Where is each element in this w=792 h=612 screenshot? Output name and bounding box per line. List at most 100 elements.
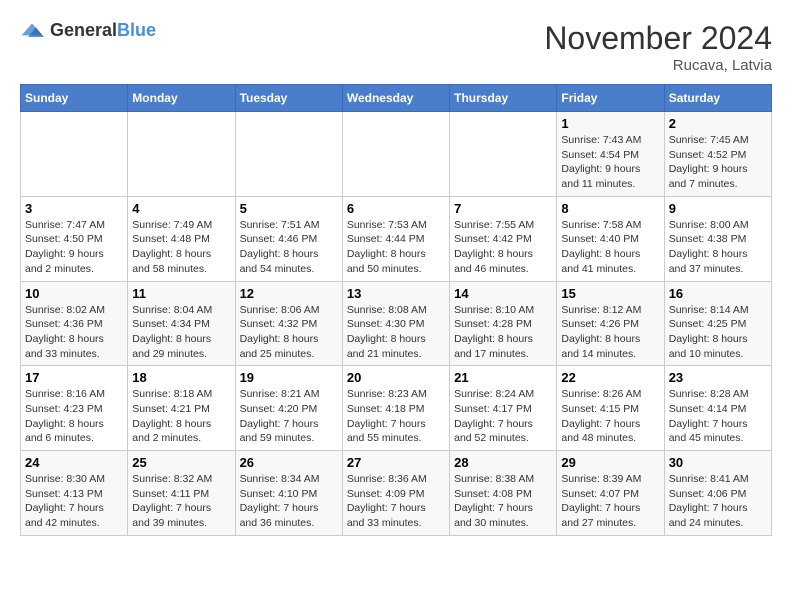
calendar-cell: 14Sunrise: 8:10 AM Sunset: 4:28 PM Dayli… [450,281,557,366]
calendar-cell: 1Sunrise: 7:43 AM Sunset: 4:54 PM Daylig… [557,112,664,197]
calendar-week-1: 1Sunrise: 7:43 AM Sunset: 4:54 PM Daylig… [21,112,772,197]
calendar-week-4: 17 Sunrise: 8:16 AM Sunset: 4:23 PM Dayli… [21,366,772,451]
weekday-header-saturday: Saturday [664,85,771,112]
day-info: Sunrise: 8:39 AM Sunset: 4:07 PM Dayligh… [561,472,659,531]
day-info: Sunrise: 8:34 AM Sunset: 4:10 PM Dayligh… [240,472,338,531]
calendar-cell: 21Sunrise: 8:24 AM Sunset: 4:17 PM Dayli… [450,366,557,451]
day-info: Sunrise: 8:28 AM Sunset: 4:14 PM Dayligh… [669,387,767,446]
day-number: 8 [561,201,659,216]
calendar-cell: 6 Sunrise: 7:53 AM Sunset: 4:44 PM Daylig… [342,196,449,281]
calendar-cell [450,112,557,197]
logo-icon [20,21,44,41]
logo-text: GeneralBlue [50,20,156,41]
calendar-cell: 16 Sunrise: 8:14 AM Sunset: 4:25 PM Dayli… [664,281,771,366]
weekday-header-monday: Monday [128,85,235,112]
day-number: 7 [454,201,552,216]
day-info: Sunrise: 7:58 AM Sunset: 4:40 PM Dayligh… [561,218,659,277]
day-number: 2 [669,116,767,131]
day-info: Sunrise: 8:26 AM Sunset: 4:15 PM Dayligh… [561,387,659,446]
day-info: Sunrise: 8:36 AM Sunset: 4:09 PM Dayligh… [347,472,445,531]
calendar-cell: 28Sunrise: 8:38 AM Sunset: 4:08 PM Dayli… [450,451,557,536]
day-info: Sunrise: 8:32 AM Sunset: 4:11 PM Dayligh… [132,472,230,531]
calendar-cell: 30Sunrise: 8:41 AM Sunset: 4:06 PM Dayli… [664,451,771,536]
calendar-cell: 23Sunrise: 8:28 AM Sunset: 4:14 PM Dayli… [664,366,771,451]
weekday-header-thursday: Thursday [450,85,557,112]
day-number: 5 [240,201,338,216]
day-number: 3 [25,201,123,216]
day-number: 12 [240,286,338,301]
calendar-cell: 17 Sunrise: 8:16 AM Sunset: 4:23 PM Dayli… [21,366,128,451]
calendar-cell: 26 Sunrise: 8:34 AM Sunset: 4:10 PM Dayli… [235,451,342,536]
calendar-cell: 20 Sunrise: 8:23 AM Sunset: 4:18 PM Dayli… [342,366,449,451]
calendar-cell: 15 Sunrise: 8:12 AM Sunset: 4:26 PM Dayli… [557,281,664,366]
calendar-header-row: SundayMondayTuesdayWednesdayThursdayFrid… [21,85,772,112]
day-number: 15 [561,286,659,301]
calendar-cell: 5 Sunrise: 7:51 AM Sunset: 4:46 PM Daylig… [235,196,342,281]
day-number: 27 [347,455,445,470]
day-number: 17 [25,370,123,385]
page-header: GeneralBlue November 2024 Rucava, Latvia [20,20,772,74]
day-info: Sunrise: 8:24 AM Sunset: 4:17 PM Dayligh… [454,387,552,446]
day-info: Sunrise: 7:45 AM Sunset: 4:52 PM Dayligh… [669,133,767,192]
calendar-week-3: 10 Sunrise: 8:02 AM Sunset: 4:36 PM Dayli… [21,281,772,366]
day-number: 10 [25,286,123,301]
day-info: Sunrise: 8:02 AM Sunset: 4:36 PM Dayligh… [25,303,123,362]
day-number: 24 [25,455,123,470]
calendar-cell: 22 Sunrise: 8:26 AM Sunset: 4:15 PM Dayli… [557,366,664,451]
day-info: Sunrise: 8:18 AM Sunset: 4:21 PM Dayligh… [132,387,230,446]
calendar-cell [128,112,235,197]
day-info: Sunrise: 7:47 AM Sunset: 4:50 PM Dayligh… [25,218,123,277]
day-info: Sunrise: 7:51 AM Sunset: 4:46 PM Dayligh… [240,218,338,277]
calendar-cell: 27 Sunrise: 8:36 AM Sunset: 4:09 PM Dayli… [342,451,449,536]
calendar-cell: 29Sunrise: 8:39 AM Sunset: 4:07 PM Dayli… [557,451,664,536]
weekday-header-tuesday: Tuesday [235,85,342,112]
day-info: Sunrise: 8:12 AM Sunset: 4:26 PM Dayligh… [561,303,659,362]
day-info: Sunrise: 8:14 AM Sunset: 4:25 PM Dayligh… [669,303,767,362]
day-info: Sunrise: 8:23 AM Sunset: 4:18 PM Dayligh… [347,387,445,446]
calendar-cell: 10 Sunrise: 8:02 AM Sunset: 4:36 PM Dayli… [21,281,128,366]
title-block: November 2024 Rucava, Latvia [544,20,772,74]
day-number: 4 [132,201,230,216]
calendar-cell: 12Sunrise: 8:06 AM Sunset: 4:32 PM Dayli… [235,281,342,366]
day-info: Sunrise: 7:53 AM Sunset: 4:44 PM Dayligh… [347,218,445,277]
weekday-header-sunday: Sunday [21,85,128,112]
day-number: 19 [240,370,338,385]
day-info: Sunrise: 7:43 AM Sunset: 4:54 PM Dayligh… [561,133,659,192]
day-number: 26 [240,455,338,470]
calendar-cell: 3 Sunrise: 7:47 AM Sunset: 4:50 PM Daylig… [21,196,128,281]
month-title: November 2024 [544,20,772,57]
day-number: 14 [454,286,552,301]
day-number: 16 [669,286,767,301]
day-info: Sunrise: 8:30 AM Sunset: 4:13 PM Dayligh… [25,472,123,531]
day-number: 9 [669,201,767,216]
logo-general: General [50,20,117,40]
calendar-cell: 13Sunrise: 8:08 AM Sunset: 4:30 PM Dayli… [342,281,449,366]
calendar-cell [21,112,128,197]
day-number: 30 [669,455,767,470]
calendar-cell: 2 Sunrise: 7:45 AM Sunset: 4:52 PM Daylig… [664,112,771,197]
day-info: Sunrise: 8:16 AM Sunset: 4:23 PM Dayligh… [25,387,123,446]
logo: GeneralBlue [20,20,156,41]
calendar-cell: 18Sunrise: 8:18 AM Sunset: 4:21 PM Dayli… [128,366,235,451]
calendar-cell: 9 Sunrise: 8:00 AM Sunset: 4:38 PM Daylig… [664,196,771,281]
calendar-cell: 24 Sunrise: 8:30 AM Sunset: 4:13 PM Dayli… [21,451,128,536]
day-info: Sunrise: 8:00 AM Sunset: 4:38 PM Dayligh… [669,218,767,277]
day-info: Sunrise: 8:08 AM Sunset: 4:30 PM Dayligh… [347,303,445,362]
day-number: 20 [347,370,445,385]
logo-blue: Blue [117,20,156,40]
location: Rucava, Latvia [544,57,772,74]
day-info: Sunrise: 8:04 AM Sunset: 4:34 PM Dayligh… [132,303,230,362]
day-info: Sunrise: 7:55 AM Sunset: 4:42 PM Dayligh… [454,218,552,277]
day-info: Sunrise: 8:21 AM Sunset: 4:20 PM Dayligh… [240,387,338,446]
calendar-cell: 4 Sunrise: 7:49 AM Sunset: 4:48 PM Daylig… [128,196,235,281]
calendar-table: SundayMondayTuesdayWednesdayThursdayFrid… [20,84,772,536]
day-number: 6 [347,201,445,216]
weekday-header-friday: Friday [557,85,664,112]
calendar-cell: 7 Sunrise: 7:55 AM Sunset: 4:42 PM Daylig… [450,196,557,281]
calendar-cell: 8 Sunrise: 7:58 AM Sunset: 4:40 PM Daylig… [557,196,664,281]
day-info: Sunrise: 7:49 AM Sunset: 4:48 PM Dayligh… [132,218,230,277]
day-number: 28 [454,455,552,470]
weekday-header-wednesday: Wednesday [342,85,449,112]
day-number: 22 [561,370,659,385]
calendar-week-5: 24 Sunrise: 8:30 AM Sunset: 4:13 PM Dayli… [21,451,772,536]
